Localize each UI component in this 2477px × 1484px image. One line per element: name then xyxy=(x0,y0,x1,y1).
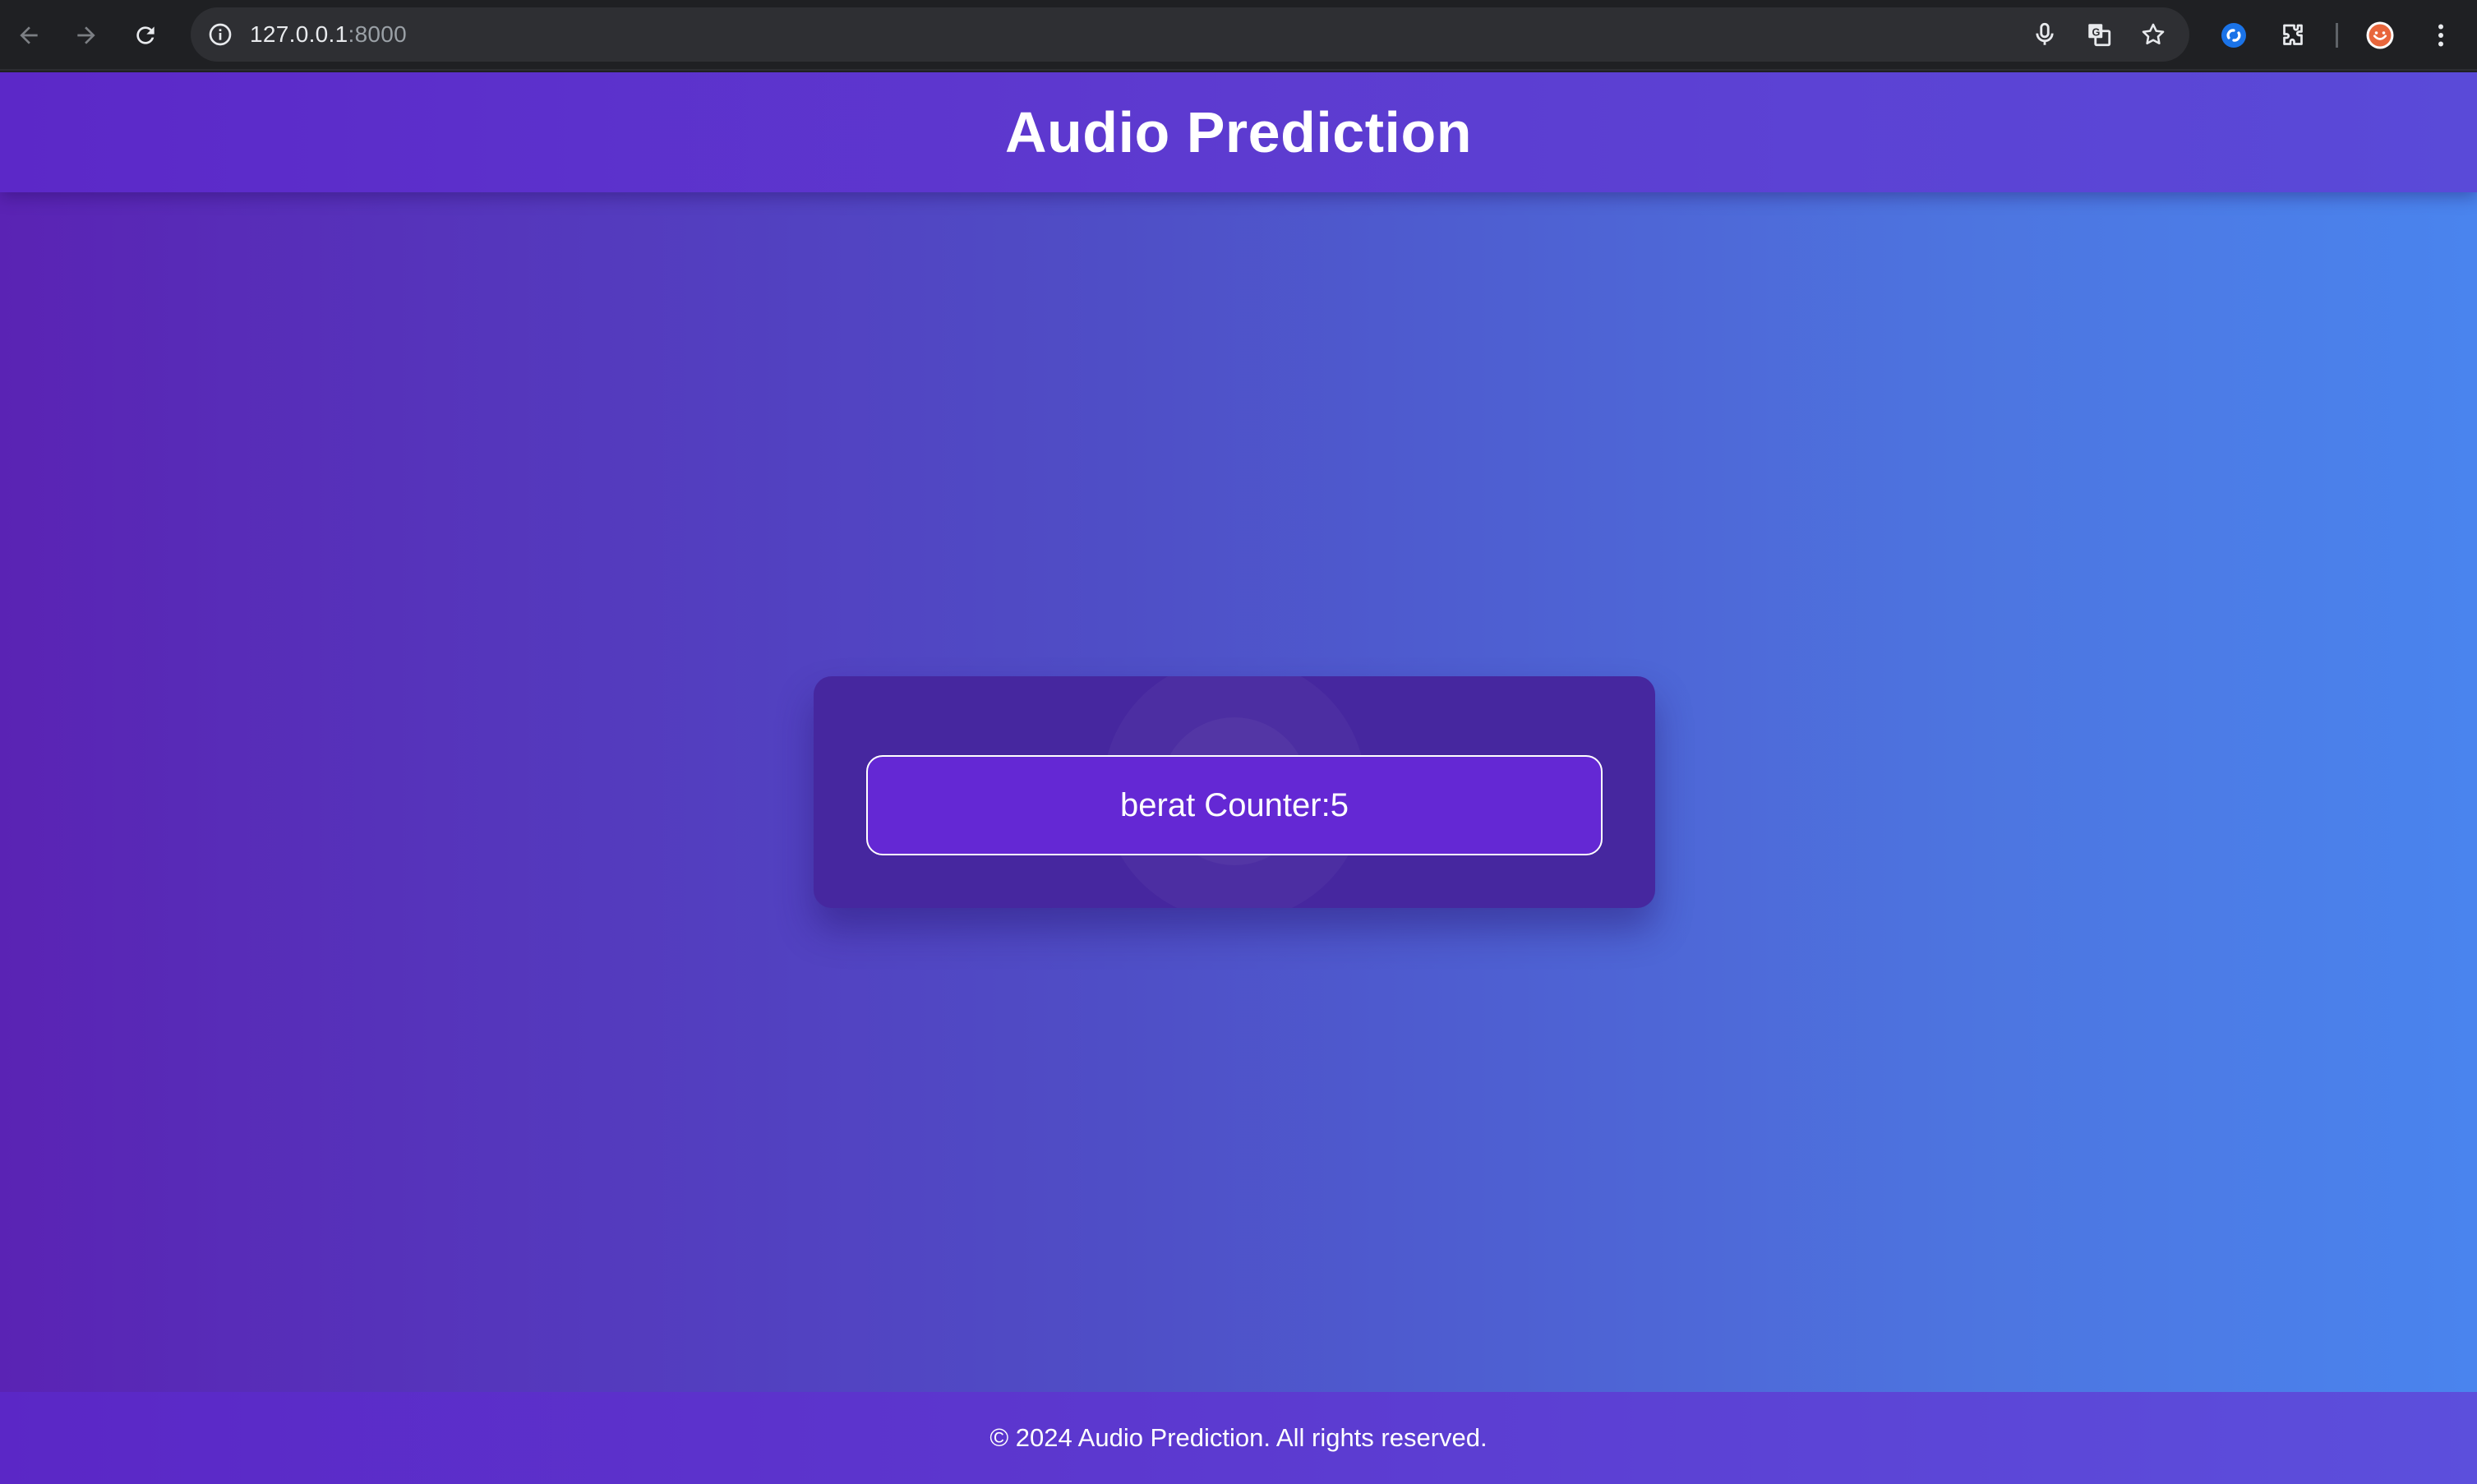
browser-toolbar: 127.0.0.1:8000 G xyxy=(0,0,2477,71)
arrow-left-icon xyxy=(20,26,38,44)
counter-button[interactable]: berat Counter:5 xyxy=(866,755,1603,855)
counter-card: berat Counter:5 xyxy=(814,676,1655,908)
star-icon[interactable] xyxy=(2137,18,2170,51)
arrow-right-icon xyxy=(77,26,95,44)
reload-button[interactable] xyxy=(123,13,168,58)
forward-button[interactable] xyxy=(64,13,108,58)
toolbar-divider xyxy=(2336,23,2338,48)
microphone-icon[interactable] xyxy=(2028,18,2061,51)
url-text[interactable]: 127.0.0.1:8000 xyxy=(250,7,407,62)
svg-text:G: G xyxy=(2092,25,2101,38)
kebab-menu-icon[interactable] xyxy=(2421,16,2461,55)
page-title: Audio Prediction xyxy=(1005,100,1472,164)
copyright-text: © 2024 Audio Prediction. All rights rese… xyxy=(989,1423,1488,1452)
url-port: :8000 xyxy=(348,21,408,47)
page-header: Audio Prediction xyxy=(0,72,2477,192)
info-icon[interactable] xyxy=(204,18,237,51)
page-viewport: Audio Prediction berat Counter:5 © 2024 … xyxy=(0,72,2477,1484)
url-host: 127.0.0.1 xyxy=(250,21,348,47)
page-footer: © 2024 Audio Prediction. All rights rese… xyxy=(0,1392,2477,1484)
puzzle-icon[interactable] xyxy=(2273,16,2313,55)
avatar[interactable] xyxy=(2360,16,2400,55)
translate-icon[interactable]: G xyxy=(2083,18,2115,51)
back-button[interactable] xyxy=(7,13,51,58)
reload-icon xyxy=(136,26,155,44)
extension-icon[interactable] xyxy=(2214,16,2253,55)
address-bar[interactable]: 127.0.0.1:8000 G xyxy=(191,7,2189,62)
